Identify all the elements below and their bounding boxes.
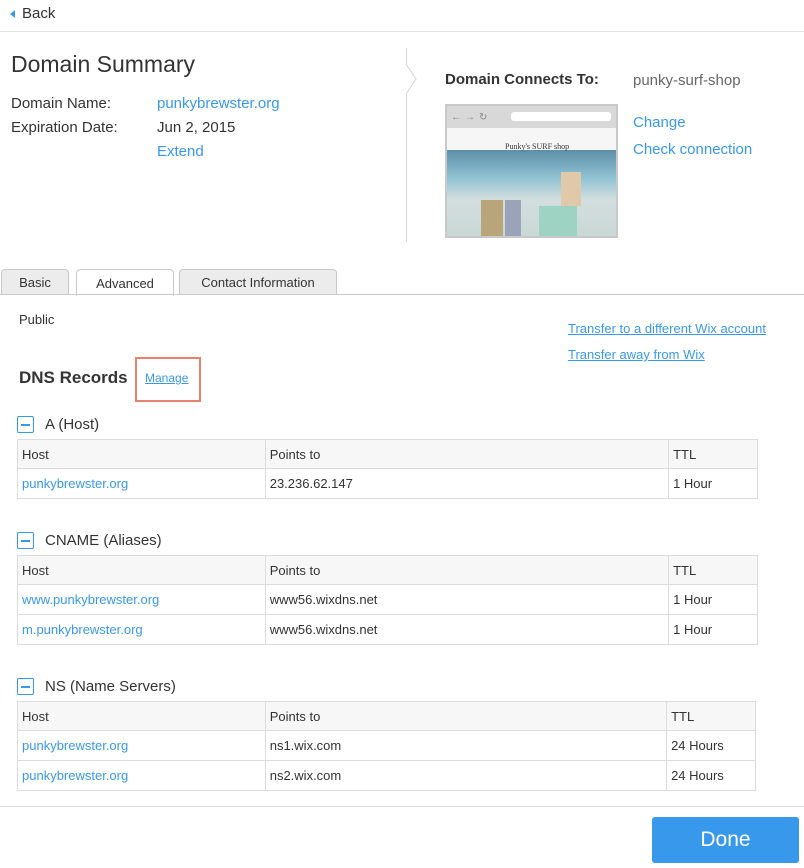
expiration-value: Jun 2, 2015 [157, 119, 236, 136]
tabs-divider [0, 294, 804, 295]
host-cell[interactable]: punkybrewster.org [17, 730, 266, 761]
browser-toolbar: ← → ↻ [447, 106, 616, 128]
manage-dns-link[interactable]: Manage [145, 371, 188, 385]
column-header-points-to: Points to [264, 555, 670, 585]
tab-basic[interactable]: Basic [1, 269, 69, 295]
privacy-status: Public [19, 312, 55, 327]
transfer-to-wix-account-link[interactable]: Transfer to a different Wix account [568, 321, 766, 336]
table-header-row: Host Points to TTL [17, 439, 758, 469]
refresh-icon: ↻ [479, 111, 488, 123]
tab-contact-information[interactable]: Contact Information [179, 269, 337, 295]
table-header-row: Host Points to TTL [17, 701, 756, 731]
forward-icon: → [465, 111, 475, 123]
back-label: Back [22, 5, 56, 22]
column-header-points-to: Points to [264, 439, 670, 469]
back-arrow-icon [10, 9, 15, 18]
points-to-cell: ns1.wix.com [264, 730, 668, 761]
change-connection-link[interactable]: Change [633, 114, 686, 131]
column-header-host: Host [17, 555, 266, 585]
dns-section-title: A (Host) [45, 416, 100, 433]
host-cell[interactable]: punkybrewster.org [17, 468, 266, 499]
points-to-cell: 23.236.62.147 [264, 468, 670, 499]
back-icon: ← [451, 111, 461, 123]
dns-records-title: DNS Records [19, 368, 128, 387]
dns-section-header-cname: CNAME (Aliases) [17, 532, 162, 549]
preview-tile [481, 200, 503, 236]
column-header-ttl: TTL [668, 439, 758, 469]
points-to-cell: ns2.wix.com [264, 760, 668, 791]
dns-table-cname: Host Points to TTL www.punkybrewster.org… [17, 555, 758, 645]
host-cell[interactable]: m.punkybrewster.org [17, 614, 266, 645]
ttl-cell: 1 Hour [668, 468, 758, 499]
domain-name-link[interactable]: punkybrewster.org [157, 95, 280, 112]
dns-section-header-a: A (Host) [17, 416, 99, 433]
done-button[interactable]: Done [652, 817, 799, 863]
collapse-icon[interactable] [17, 416, 34, 433]
preview-brand: Punky's SURF shop [505, 142, 570, 151]
site-preview-thumbnail: ← → ↻ Punky's SURF shop [445, 104, 618, 238]
table-header-row: Host Points to TTL [17, 555, 758, 585]
host-cell[interactable]: www.punkybrewster.org [17, 584, 266, 615]
domain-name-label: Domain Name: [11, 95, 112, 112]
preview-tile [539, 206, 577, 236]
ttl-cell: 24 Hours [666, 760, 756, 791]
column-header-ttl: TTL [668, 555, 758, 585]
header-divider [0, 31, 804, 32]
column-header-points-to: Points to [264, 701, 668, 731]
connects-to-value: punky-surf-shop [633, 72, 741, 89]
transfer-away-link[interactable]: Transfer away from Wix [568, 347, 705, 362]
check-connection-link[interactable]: Check connection [633, 141, 752, 158]
site-preview-image: Punky's SURF shop [447, 128, 616, 236]
tab-advanced[interactable]: Advanced [76, 269, 174, 296]
collapse-icon[interactable] [17, 532, 34, 549]
table-row: m.punkybrewster.org www56.wixdns.net 1 H… [17, 614, 758, 645]
dns-section-title: NS (Name Servers) [45, 678, 176, 695]
dns-table-a: Host Points to TTL punkybrewster.org 23.… [17, 439, 758, 499]
back-link[interactable]: Back [10, 5, 55, 22]
column-header-host: Host [17, 701, 266, 731]
collapse-icon[interactable] [17, 678, 34, 695]
table-row: punkybrewster.org ns1.wix.com 24 Hours [17, 730, 756, 761]
ttl-cell: 1 Hour [668, 584, 758, 615]
table-row: punkybrewster.org 23.236.62.147 1 Hour [17, 468, 758, 499]
footer-divider [0, 806, 804, 807]
connects-to-label: Domain Connects To: [445, 71, 599, 88]
points-to-cell: www56.wixdns.net [264, 614, 670, 645]
column-header-host: Host [17, 439, 266, 469]
host-cell[interactable]: punkybrewster.org [17, 760, 266, 791]
table-row: www.punkybrewster.org www56.wixdns.net 1… [17, 584, 758, 615]
page-title: Domain Summary [11, 51, 196, 77]
dns-table-ns: Host Points to TTL punkybrewster.org ns1… [17, 701, 756, 791]
ttl-cell: 1 Hour [668, 614, 758, 645]
preview-tile [561, 172, 581, 206]
address-bar [511, 112, 611, 121]
column-header-ttl: TTL [666, 701, 756, 731]
tab-bar: Basic Advanced Contact Information [0, 269, 804, 296]
table-row: punkybrewster.org ns2.wix.com 24 Hours [17, 760, 756, 791]
ttl-cell: 24 Hours [666, 730, 756, 761]
chevron-right-icon [405, 64, 417, 94]
dns-section-header-ns: NS (Name Servers) [17, 678, 176, 695]
points-to-cell: www56.wixdns.net [264, 584, 670, 615]
dns-section-title: CNAME (Aliases) [45, 532, 162, 549]
preview-tile [505, 200, 521, 236]
expiration-label: Expiration Date: [11, 119, 118, 136]
extend-link[interactable]: Extend [157, 143, 204, 160]
